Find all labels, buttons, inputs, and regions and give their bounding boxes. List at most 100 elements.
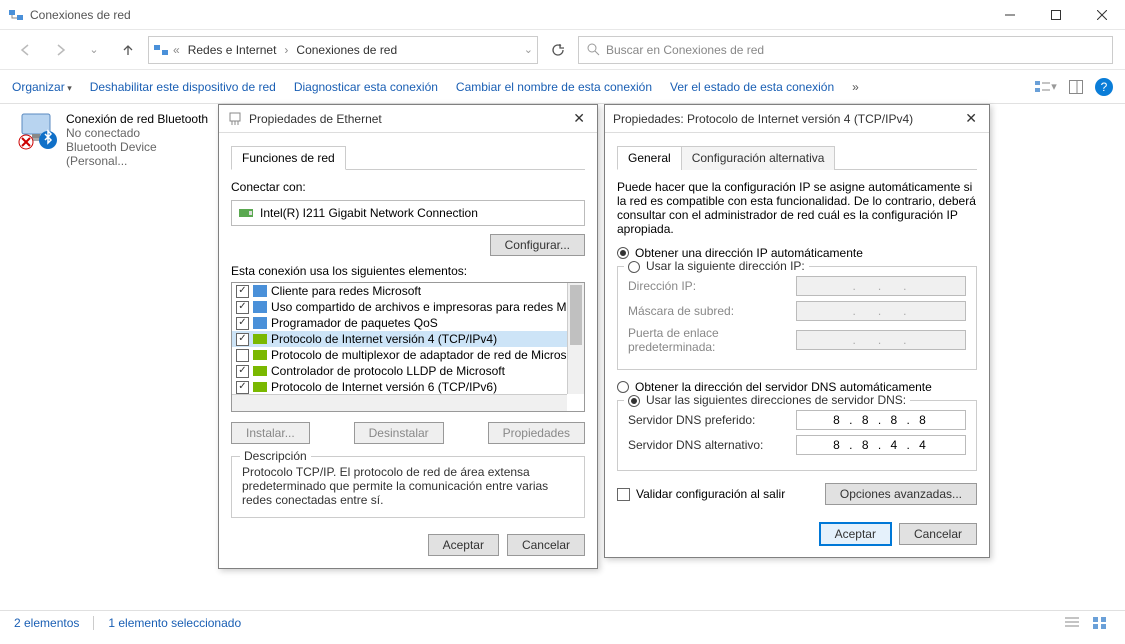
icons-view-button[interactable] bbox=[1089, 612, 1111, 634]
dialog-titlebar[interactable]: Propiedades: Protocolo de Internet versi… bbox=[605, 105, 989, 133]
tab-network-functions[interactable]: Funciones de red bbox=[231, 146, 346, 170]
cancel-button[interactable]: Cancelar bbox=[899, 523, 977, 545]
checkbox-icon[interactable] bbox=[236, 349, 249, 362]
horizontal-scrollbar[interactable] bbox=[232, 394, 567, 411]
client-icon bbox=[253, 301, 267, 313]
ok-button[interactable]: Aceptar bbox=[428, 534, 499, 556]
close-button[interactable] bbox=[1079, 0, 1125, 30]
help-button[interactable]: ? bbox=[1095, 78, 1113, 96]
checkbox-icon[interactable] bbox=[236, 285, 249, 298]
view-options-button[interactable]: ▾ bbox=[1035, 76, 1057, 98]
checkbox-icon[interactable] bbox=[236, 381, 249, 394]
list-item[interactable]: Uso compartido de archivos e impresoras … bbox=[232, 299, 584, 315]
properties-button[interactable]: Propiedades bbox=[488, 422, 585, 444]
list-item-label: Uso compartido de archivos e impresoras … bbox=[271, 300, 566, 314]
protocol-icon bbox=[253, 350, 267, 360]
checkbox-icon[interactable] bbox=[236, 317, 249, 330]
list-item-label: Cliente para redes Microsoft bbox=[271, 284, 421, 298]
radio-icon[interactable] bbox=[628, 261, 640, 273]
details-view-icon bbox=[1065, 617, 1079, 629]
checkbox-icon[interactable] bbox=[236, 333, 249, 346]
tabset: Funciones de red bbox=[231, 145, 585, 170]
checkbox-icon bbox=[617, 488, 630, 501]
address-bar[interactable]: « Redes e Internet › Conexiones de red ⌄ bbox=[148, 36, 538, 64]
tab-alternative[interactable]: Configuración alternativa bbox=[681, 146, 836, 170]
checkbox-icon[interactable] bbox=[236, 301, 249, 314]
organize-menu[interactable]: Organizar bbox=[12, 80, 72, 94]
recent-button[interactable]: ⌄ bbox=[80, 36, 108, 64]
details-view-button[interactable] bbox=[1061, 612, 1083, 634]
ip-auto-label: Obtener una dirección IP automáticamente bbox=[635, 246, 863, 260]
status-selected: 1 elemento seleccionado bbox=[108, 616, 241, 630]
up-button[interactable] bbox=[114, 36, 142, 64]
ip-address-label: Dirección IP: bbox=[628, 279, 796, 293]
dns-auto-radio[interactable]: Obtener la dirección del servidor DNS au… bbox=[617, 380, 977, 394]
validate-label: Validar configuración al salir bbox=[636, 487, 785, 501]
close-icon bbox=[1097, 10, 1107, 20]
forward-button[interactable] bbox=[46, 36, 74, 64]
back-button[interactable] bbox=[12, 36, 40, 64]
status-bar: 2 elementos 1 elemento seleccionado bbox=[0, 610, 1125, 634]
uses-label: Esta conexión usa los siguientes element… bbox=[231, 264, 585, 278]
divider bbox=[93, 616, 94, 630]
ok-button[interactable]: Aceptar bbox=[820, 523, 891, 545]
diagnose-link[interactable]: Diagnosticar esta conexión bbox=[294, 80, 438, 94]
list-item[interactable]: Cliente para redes Microsoft bbox=[232, 283, 584, 299]
radio-icon[interactable] bbox=[628, 395, 640, 407]
breadcrumb-chevron-icon: › bbox=[284, 43, 288, 57]
configure-button[interactable]: Configurar... bbox=[490, 234, 585, 256]
breadcrumb-current[interactable]: Conexiones de red bbox=[292, 43, 401, 57]
radio-icon bbox=[617, 247, 629, 259]
maximize-icon bbox=[1051, 10, 1061, 20]
client-icon bbox=[253, 317, 267, 329]
overflow-chevron-icon[interactable]: » bbox=[852, 80, 859, 94]
connection-status: No conectado bbox=[66, 126, 213, 140]
radio-icon bbox=[617, 381, 629, 393]
uninstall-button[interactable]: Desinstalar bbox=[354, 422, 444, 444]
nav-toolbar: ⌄ « Redes e Internet › Conexiones de red… bbox=[0, 30, 1125, 70]
breadcrumb-parent[interactable]: Redes e Internet bbox=[184, 43, 281, 57]
dialog-close-button[interactable]: ✕ bbox=[961, 110, 981, 127]
components-listbox[interactable]: Cliente para redes Microsoft Uso comparti… bbox=[231, 282, 585, 412]
arrow-left-icon bbox=[19, 43, 33, 57]
disable-device-link[interactable]: Deshabilitar este dispositivo de red bbox=[90, 80, 276, 94]
dialog-titlebar[interactable]: Propiedades de Ethernet ✕ bbox=[219, 105, 597, 133]
connection-item-bluetooth[interactable]: Conexión de red Bluetooth No conectado B… bbox=[18, 112, 213, 168]
arrow-up-icon bbox=[121, 43, 135, 57]
dialog-close-button[interactable]: ✕ bbox=[569, 110, 589, 127]
ip-address-input: . . . bbox=[796, 276, 966, 296]
client-icon bbox=[253, 285, 267, 297]
maximize-button[interactable] bbox=[1033, 0, 1079, 30]
rename-link[interactable]: Cambiar el nombre de esta conexión bbox=[456, 80, 652, 94]
list-item-label: Protocolo de Internet versión 6 (TCP/IPv… bbox=[271, 380, 497, 394]
tab-general[interactable]: General bbox=[617, 146, 682, 170]
install-button[interactable]: Instalar... bbox=[231, 422, 310, 444]
list-item[interactable]: Protocolo de Internet versión 6 (TCP/IPv… bbox=[232, 379, 584, 395]
nic-icon bbox=[238, 205, 254, 221]
status-link[interactable]: Ver el estado de esta conexión bbox=[670, 80, 834, 94]
cancel-button[interactable]: Cancelar bbox=[507, 534, 585, 556]
details-pane-button[interactable] bbox=[1065, 76, 1087, 98]
search-input[interactable]: Buscar en Conexiones de red bbox=[578, 36, 1113, 64]
command-bar: Organizar Deshabilitar este dispositivo … bbox=[0, 70, 1125, 104]
list-item[interactable]: Protocolo de multiplexor de adaptador de… bbox=[232, 347, 584, 363]
ip-manual-label[interactable]: Usar la siguiente dirección IP: bbox=[646, 259, 805, 273]
list-item[interactable]: Controlador de protocolo LLDP de Microso… bbox=[232, 363, 584, 379]
ip-auto-radio[interactable]: Obtener una dirección IP automáticamente bbox=[617, 246, 977, 260]
advanced-button[interactable]: Opciones avanzadas... bbox=[825, 483, 977, 505]
dns-manual-label[interactable]: Usar las siguientes direcciones de servi… bbox=[646, 393, 906, 407]
checkbox-icon[interactable] bbox=[236, 365, 249, 378]
minimize-button[interactable] bbox=[987, 0, 1033, 30]
vertical-scrollbar[interactable] bbox=[567, 283, 584, 394]
intro-text: Puede hacer que la configuración IP se a… bbox=[617, 180, 977, 236]
address-dropdown-icon[interactable]: ⌄ bbox=[524, 43, 533, 56]
dns-alternate-input[interactable]: 8 . 8 . 4 . 4 bbox=[796, 435, 966, 455]
list-item[interactable]: Protocolo de Internet versión 4 (TCP/IPv… bbox=[232, 331, 584, 347]
dns-preferred-input[interactable]: 8 . 8 . 8 . 8 bbox=[796, 410, 966, 430]
list-item[interactable]: Programador de paquetes QoS bbox=[232, 315, 584, 331]
validate-checkbox[interactable]: Validar configuración al salir bbox=[617, 487, 785, 501]
scrollbar-thumb[interactable] bbox=[570, 285, 582, 345]
adapter-field[interactable]: Intel(R) I211 Gigabit Network Connection bbox=[231, 200, 585, 226]
refresh-button[interactable] bbox=[544, 36, 572, 64]
description-text: Protocolo TCP/IP. El protocolo de red de… bbox=[242, 465, 574, 507]
